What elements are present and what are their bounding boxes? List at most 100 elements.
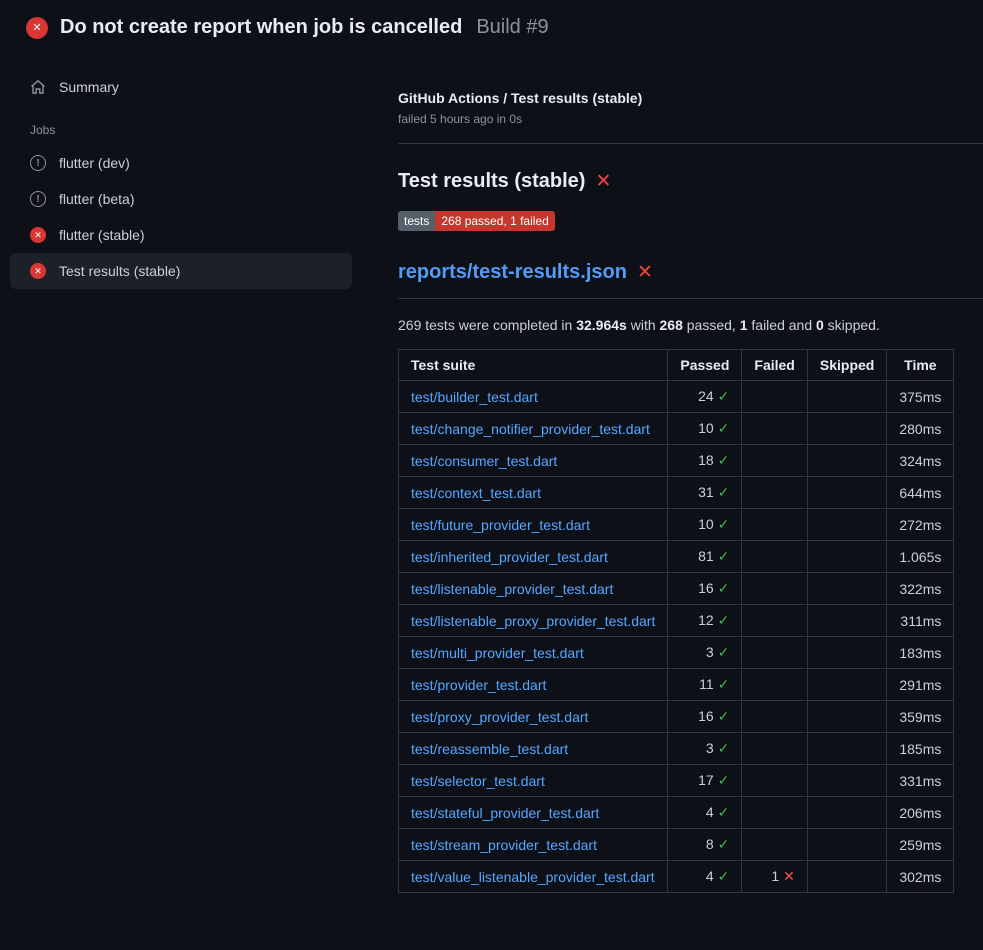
suite-link[interactable]: test/reassemble_test.dart [411,741,568,757]
badge-key: tests [398,211,435,231]
suite-cell: test/listenable_provider_test.dart [399,573,668,605]
failed-cell [742,413,807,445]
check-icon: ✓ [718,484,730,500]
time-cell: 302ms [887,861,954,893]
time-cell: 272ms [887,509,954,541]
sidebar-jobs-list: !flutter (dev)! flutter (beta) ✕flutter (s… [10,145,352,289]
suite-link[interactable]: test/consumer_test.dart [411,453,557,469]
passed-cell: 8✓ [668,829,742,861]
passed-cell: 81✓ [668,541,742,573]
table-row: test/multi_provider_test.dart3✓183ms [399,637,954,669]
failed-cell [742,829,807,861]
sidebar-item-job[interactable]: !flutter (dev) [10,145,352,181]
skipped-cell [807,733,886,765]
sidebar-item-job[interactable]: ✕Test results (stable) [10,253,352,289]
summary-segment: passed, [683,317,740,333]
main-content: GitHub Actions / Test results (stable) f… [370,53,983,893]
time-cell: 1.065s [887,541,954,573]
suite-link[interactable]: test/stateful_provider_test.dart [411,805,599,821]
suite-cell: test/inherited_provider_test.dart [399,541,668,573]
suite-link[interactable]: test/builder_test.dart [411,389,538,405]
suite-link[interactable]: test/provider_test.dart [411,677,546,693]
passed-cell: 16✓ [668,701,742,733]
job-label: flutter (beta) [59,191,134,207]
skipped-cell [807,445,886,477]
failed-cell [742,733,807,765]
skipped-cell [807,829,886,861]
suite-link[interactable]: test/listenable_provider_test.dart [411,581,613,597]
time-cell: 183ms [887,637,954,669]
passed-cell: 16✓ [668,573,742,605]
passed-cell: 24✓ [668,381,742,413]
report-heading: reports/test-results.json ✕ [398,261,983,299]
failed-cell [742,541,807,573]
time-cell: 324ms [887,445,954,477]
summary-segment: failed and [748,317,817,333]
suite-link[interactable]: test/context_test.dart [411,485,541,501]
table-row: test/listenable_proxy_provider_test.dart… [399,605,954,637]
time-cell: 359ms [887,701,954,733]
time-cell: 311ms [887,605,954,637]
sidebar: Summary Jobs !flutter (dev)! flutter (bet… [0,53,370,289]
failed-cell [742,637,807,669]
sidebar-item-summary[interactable]: Summary [10,69,352,105]
table-row: test/context_test.dart31✓644ms [399,477,954,509]
table-header-skipped: Skipped [807,350,886,381]
section-heading: Test results (stable) ✕ [398,170,983,193]
check-icon: ✓ [718,868,730,884]
sidebar-item-job[interactable]: ! flutter (beta) [10,181,352,217]
skipped-cell [807,861,886,893]
failed-cell [742,381,807,413]
report-link[interactable]: reports/test-results.json [398,261,627,284]
jobs-section-label: Jobs [10,105,352,145]
suite-link[interactable]: test/value_listenable_provider_test.dart [411,869,655,885]
skipped-cell [807,797,886,829]
check-icon: ✓ [718,772,730,788]
table-row: test/proxy_provider_test.dart 16✓ 359ms [399,701,954,733]
job-label: Test results (stable) [59,263,180,279]
cross-icon: ✕ [783,868,795,884]
skipped-cell [807,573,886,605]
suite-cell: test/selector_test.dart [399,765,668,797]
suite-cell: test/consumer_test.dart [399,445,668,477]
page-layout: Summary Jobs !flutter (dev)! flutter (bet… [0,53,983,893]
check-icon: ✓ [718,612,730,628]
job-label: flutter (stable) [59,227,145,243]
suite-link[interactable]: test/change_notifier_provider_test.dart [411,421,650,437]
suite-link[interactable]: test/listenable_proxy_provider_test.dart [411,613,655,629]
skipped-cell [807,637,886,669]
suite-link[interactable]: test/inherited_provider_test.dart [411,549,608,565]
results-table: Test suite Passed Failed Skipped Time te… [398,349,954,893]
passed-cell: 4✓ [668,861,742,893]
summary-segment: 0 [816,317,824,333]
table-row: test/future_provider_test.dart10✓272ms [399,509,954,541]
suite-cell: test/stateful_provider_test.dart [399,797,668,829]
failed-cell [742,573,807,605]
suite-link[interactable]: test/selector_test.dart [411,773,545,789]
passed-cell: 11✓ [668,669,742,701]
summary-segment: 1 [740,317,748,333]
tests-badge: tests 268 passed, 1 failed [398,211,555,231]
summary-segment: with [627,317,660,333]
passed-cell: 4✓ [668,797,742,829]
suite-link[interactable]: test/stream_provider_test.dart [411,837,597,853]
failed-cell: 1✕ [742,861,807,893]
section-title: Test results (stable) [398,170,585,193]
check-icon: ✓ [718,804,730,820]
failed-x-icon: ✕ [595,172,611,191]
check-icon: ✓ [718,708,730,724]
check-icon: ✓ [718,452,730,468]
skipped-cell [807,541,886,573]
failed-cell [742,701,807,733]
time-cell: 322ms [887,573,954,605]
table-row: test/listenable_provider_test.dart 16✓ 322… [399,573,954,605]
suite-link[interactable]: test/future_provider_test.dart [411,517,590,533]
table-header-suite: Test suite [399,350,668,381]
suite-link[interactable]: test/proxy_provider_test.dart [411,709,588,725]
job-label: flutter (dev) [59,155,130,171]
suite-link[interactable]: test/multi_provider_test.dart [411,645,584,661]
sidebar-item-job[interactable]: ✕flutter (stable) [10,217,352,253]
job-neutral-icon: ! [30,191,46,207]
time-cell: 206ms [887,797,954,829]
skipped-cell [807,605,886,637]
